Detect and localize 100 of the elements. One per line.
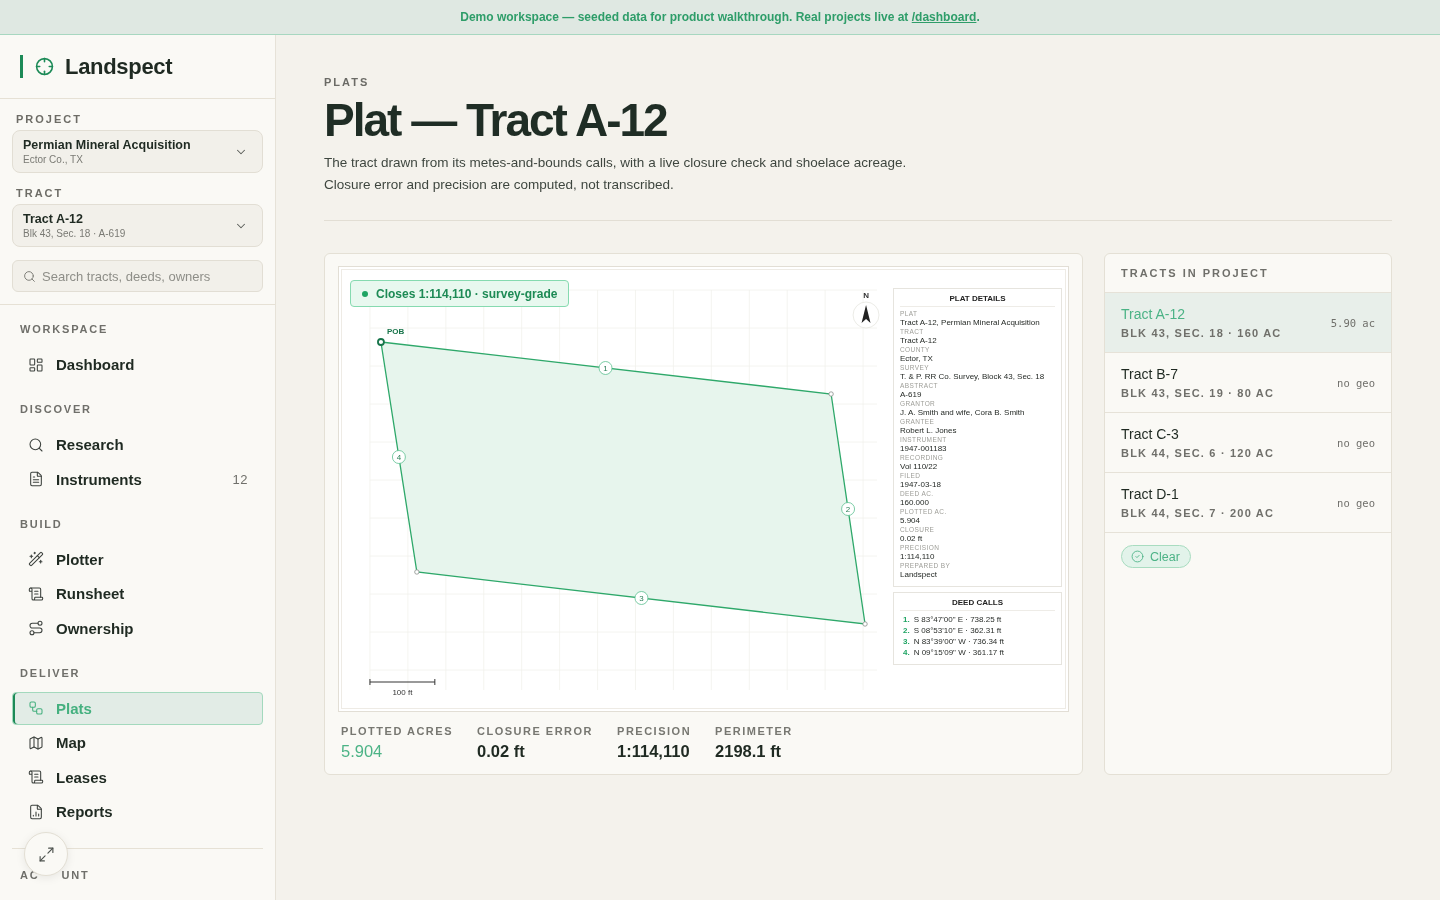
page-eyebrow: PLATS	[324, 75, 370, 89]
search-icon	[23, 270, 36, 283]
stat-value: 1:114,110	[617, 741, 690, 761]
nav-item[interactable]: Leases	[12, 761, 263, 794]
detail-value: 5.904	[900, 515, 921, 525]
search-field[interactable]: Search tracts, deeds, owners	[12, 260, 263, 292]
tract-name: Tract C-3	[1121, 425, 1179, 443]
call-text: S 83°47'00" E · 738.25 ft	[913, 614, 1002, 625]
chart-document-icon	[28, 803, 44, 820]
panel-heading: PLAT DETAILS	[900, 293, 1055, 307]
tract-acreage: no geo	[1337, 436, 1375, 449]
detail-value: Landspect	[900, 569, 937, 579]
detail-value: Ector, TX	[900, 353, 933, 363]
field-label: TRACT	[16, 186, 64, 200]
panel-title: TRACTS IN PROJECT	[1121, 267, 1269, 279]
detail-value: J. A. Smith and wife, Cora B. Smith	[900, 407, 1025, 417]
tract-row[interactable]: Tract D-1 BLK 44, SEC. 7 · 200 AC no geo	[1105, 472, 1391, 532]
stat-value: 0.02 ft	[477, 741, 525, 761]
tract-detail: BLK 44, SEC. 6 · 120 AC	[1121, 446, 1275, 460]
detail-value: A-619	[900, 389, 922, 399]
item-count: 12	[232, 471, 248, 487]
nav-item[interactable]: Map	[12, 726, 263, 759]
tract-row[interactable]: Tract C-3 BLK 44, SEC. 6 · 120 AC no geo	[1105, 412, 1391, 472]
stat-label: PERIMETER	[715, 724, 793, 738]
detail-value: Tract A-12	[900, 335, 937, 345]
detail-value: 1947-03-18	[900, 479, 941, 489]
tract-name: Tract B-7	[1121, 365, 1179, 383]
scale-label: 100 ft	[392, 688, 413, 697]
closure-text: Closes 1:114,110 · survey-grade	[376, 286, 558, 301]
document-icon	[28, 471, 44, 488]
pob-label: POB	[386, 327, 405, 336]
nav-item[interactable]: Reports	[12, 795, 263, 828]
call-number: 3.	[903, 636, 910, 647]
section-label: DISCOVER	[20, 402, 92, 417]
tract-detail: BLK 44, SEC. 7 · 200 AC	[1121, 506, 1275, 520]
connected-squares-icon	[28, 700, 44, 717]
tract-acreage: no geo	[1337, 496, 1375, 509]
pob-point-icon	[377, 338, 385, 346]
nav-item[interactable]: Instruments 12	[12, 463, 263, 496]
field-label: PROJECT	[16, 112, 82, 126]
tract-row[interactable]: Tract B-7 BLK 43, SEC. 19 · 80 AC no geo	[1105, 352, 1391, 412]
call-number: 2.	[903, 625, 910, 636]
detail-value: Tract A-12, Permian Mineral Acquisition	[900, 317, 1040, 327]
call-number-marker: 2	[841, 502, 855, 516]
select-detail: Ector Co., TX	[23, 154, 84, 165]
stat-value: 5.904	[341, 741, 383, 761]
tract-detail: BLK 43, SEC. 18 · 160 AC	[1121, 326, 1282, 340]
call-number: 1.	[903, 614, 910, 625]
tract-name: Tract D-1	[1121, 485, 1179, 503]
tract-name: Tract A-12	[1121, 305, 1186, 323]
scale-bar	[369, 678, 436, 686]
crosshair-logo-icon	[35, 57, 54, 76]
detail-value: 160.000	[900, 497, 929, 507]
vertex-point-icon	[828, 391, 834, 397]
section-label: UNT	[61, 868, 90, 883]
nav-item[interactable]: Ownership	[12, 612, 263, 645]
route-icon	[28, 620, 44, 637]
select-detail: Blk 43, Sec. 18 · A-619	[23, 228, 126, 239]
scroll-icon	[28, 769, 44, 786]
detail-value: 1:114,110	[900, 551, 935, 561]
nav-item[interactable]: Research	[12, 428, 263, 461]
call-number: 4.	[903, 647, 910, 658]
banner-message: Demo workspace — seeded data for product walkthrough. Real projects live at /dashboard.	[460, 10, 980, 24]
detail-value: 1947-001183	[900, 443, 947, 453]
stat-label: PLOTTED ACRES	[341, 724, 453, 738]
call-text: S 08°53'10" E · 362.31 ft	[913, 625, 1002, 636]
call-text: N 09°15'09" W · 361.17 ft	[913, 647, 1004, 658]
tract-acreage: no geo	[1337, 376, 1375, 389]
stat-value: 2198.1 ft	[715, 741, 782, 761]
north-label: N	[863, 291, 869, 300]
nav-item[interactable]: Dashboard	[12, 348, 263, 381]
section-label: WORKSPACE	[20, 322, 109, 337]
nav-item[interactable]: Runsheet	[12, 577, 263, 610]
nav-item[interactable]: Plotter	[12, 543, 263, 576]
expand-icon	[37, 845, 55, 863]
tract-row[interactable]: Tract A-12 BLK 43, SEC. 18 · 160 AC 5.90 ac	[1105, 292, 1391, 352]
page-description: The tract drawn from its metes-and-bounds calls, with a live closure check and shoelace acreage.	[324, 154, 907, 172]
select-value: Permian Mineral Acquisition	[23, 138, 191, 152]
dashboard-icon	[28, 356, 44, 373]
project-select[interactable]: Permian Mineral Acquisition Ector Co., TX	[12, 130, 263, 173]
detail-value: 0.02 ft	[900, 533, 923, 543]
section-label: BUILD	[20, 516, 63, 532]
scroll-icon	[28, 585, 44, 602]
tract-detail: BLK 43, SEC. 19 · 80 AC	[1121, 386, 1275, 400]
page-description: Closure error and precision are computed, not transcribed.	[324, 176, 674, 194]
vertex-point-icon	[414, 569, 420, 575]
section-label: DELIVER	[20, 665, 81, 681]
magic-wand-icon	[28, 551, 44, 568]
select-value: Tract A-12	[23, 212, 84, 226]
detail-value: Robert L. Jones	[900, 425, 957, 435]
stat-label: CLOSURE ERROR	[477, 724, 594, 738]
brand-name: Landspect	[65, 53, 173, 80]
page-title: Plat — Tract A-12	[324, 95, 667, 145]
check-circle-icon	[1131, 550, 1144, 563]
call-number-marker: 3	[634, 591, 649, 605]
detail-value: T. & P. RR Co. Survey, Block 43, Sec. 18	[900, 371, 1045, 381]
accent-bar	[20, 55, 23, 78]
tract-select[interactable]: Tract A-12 Blk 43, Sec. 18 · A-619	[12, 204, 263, 247]
status-dot-icon	[362, 290, 368, 297]
map-icon	[28, 734, 44, 751]
